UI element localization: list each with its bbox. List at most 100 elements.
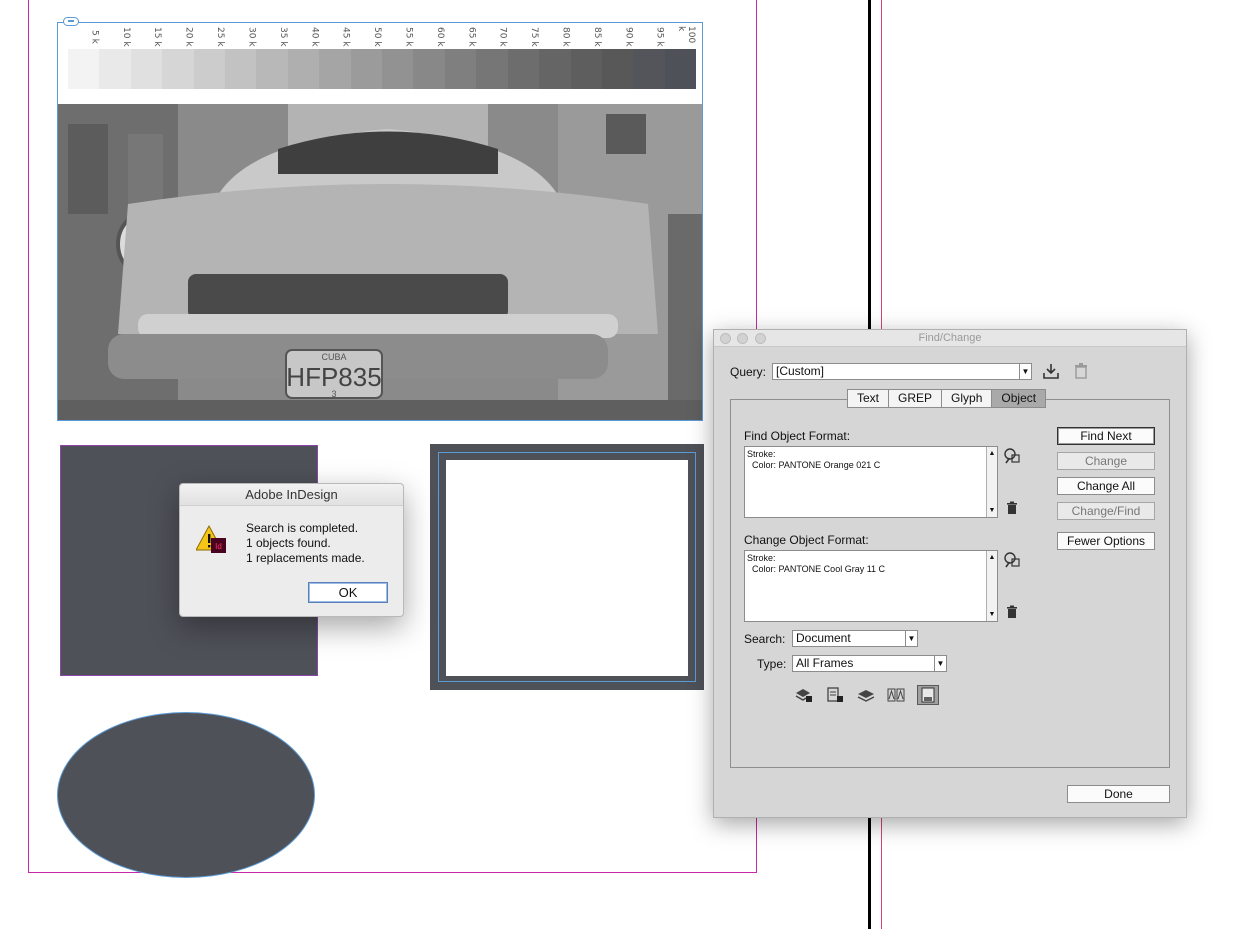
find-next-button[interactable]: Find Next (1057, 427, 1155, 445)
ramp-label: 55 k (403, 27, 414, 47)
ramp-label: 85 k (591, 27, 602, 47)
indesign-badge-text: Id (215, 542, 222, 551)
change-find-button[interactable]: Change/Find (1057, 502, 1155, 520)
gray-ramp (68, 49, 697, 89)
dialog-titlebar: Find/Change (714, 330, 1186, 347)
clear-find-format-icon[interactable] (1003, 499, 1021, 517)
stroked-rectangle-frame[interactable] (430, 444, 704, 690)
ramp-swatch (413, 49, 445, 89)
ramp-label: 80 k (560, 27, 571, 47)
done-button[interactable]: Done (1067, 785, 1170, 803)
ramp-label: 60 k (434, 27, 445, 47)
ramp-label: 45 k (340, 27, 351, 47)
ramp-swatch (193, 49, 226, 89)
ramp-swatch (570, 49, 602, 89)
ok-button[interactable]: OK (308, 582, 388, 603)
car-photo[interactable]: CUBA HFP835 3 (58, 104, 702, 420)
tab-grep[interactable]: GREP (889, 389, 943, 408)
chevron-down-icon: ▼ (934, 656, 946, 671)
plate-top-text: CUBA (321, 352, 346, 362)
ramp-label: 70 k (497, 27, 508, 47)
ramp-label: 50 k (372, 27, 383, 47)
car-photo-graphic: CUBA HFP835 3 (58, 104, 702, 420)
change-object-format-label: Change Object Format: (744, 533, 869, 547)
ramp-label: 100 k (676, 26, 697, 44)
tab-glyph[interactable]: Glyph (942, 389, 993, 408)
ramp-swatch (130, 49, 163, 89)
ramp-swatch (99, 49, 131, 89)
ramp-label: 90 k (623, 27, 634, 47)
change-format-scrollbar[interactable]: ▲ ▼ (986, 551, 997, 621)
ramp-swatch (68, 49, 100, 89)
query-select[interactable]: [Custom] ▼ (772, 363, 1032, 380)
change-all-button[interactable]: Change All (1057, 477, 1155, 495)
ramp-swatch (539, 49, 571, 89)
scroll-up-icon[interactable]: ▲ (987, 552, 997, 563)
ramp-label: 30 k (246, 27, 257, 47)
query-value: [Custom] (776, 364, 825, 378)
warning-icon: Id (195, 524, 226, 554)
change-button[interactable]: Change (1057, 452, 1155, 470)
change-object-format-field[interactable]: Stroke: Color: PANTONE Cool Gray 11 C ▲ … (744, 550, 998, 622)
change-format-line-1: Stroke: (747, 553, 776, 563)
ramp-label: 10 k (120, 27, 131, 47)
ramp-swatch (350, 49, 383, 89)
frame-link-icon[interactable] (63, 17, 79, 26)
frame-type-select[interactable]: All Frames ▼ (792, 655, 947, 672)
find-format-scrollbar[interactable]: ▲ ▼ (986, 447, 997, 517)
include-locked-layers-icon[interactable] (793, 685, 815, 705)
frame-inner (446, 460, 688, 676)
find-object-format-label: Find Object Format: (744, 429, 851, 443)
search-mode-tabs: Text GREP Glyph Object (847, 389, 1047, 408)
ramp-swatch (319, 49, 351, 89)
specify-find-format-icon[interactable] (1003, 447, 1021, 465)
search-scope-select[interactable]: Document ▼ (792, 630, 918, 647)
ramp-swatch (601, 49, 634, 89)
find-format-line-2: Color: PANTONE Orange 021 C (752, 460, 881, 470)
chevron-down-icon: ▼ (905, 631, 917, 646)
find-object-format-field[interactable]: Stroke: Color: PANTONE Orange 021 C ▲ ▼ (744, 446, 998, 518)
scroll-up-icon[interactable]: ▲ (987, 448, 997, 459)
ramp-label: 25 k (215, 27, 226, 47)
tab-text[interactable]: Text (847, 389, 890, 408)
scroll-down-icon[interactable]: ▼ (987, 609, 997, 620)
ramp-label: 20 k (183, 27, 194, 47)
fewer-options-button[interactable]: Fewer Options (1057, 532, 1155, 550)
ramp-label: 15 k (152, 27, 163, 47)
tab-object[interactable]: Object (992, 389, 1047, 408)
search-label: Search: (744, 632, 786, 646)
include-hidden-layers-icon[interactable] (855, 685, 877, 705)
plate-bottom-text: 3 (331, 389, 336, 399)
ramp-label: 35 k (277, 27, 288, 47)
ramp-swatch (287, 49, 320, 89)
include-footnotes-icon[interactable] (917, 685, 939, 705)
find-change-dialog: Find/Change Query: [Custom] ▼ Text GREP … (713, 329, 1187, 818)
dialog-title: Find/Change (918, 332, 982, 344)
save-query-icon[interactable] (1042, 362, 1060, 380)
alert-title: Adobe InDesign (180, 484, 403, 506)
ramp-label: 75 k (529, 27, 540, 47)
ramp-label: 40 k (309, 27, 320, 47)
search-scope-value: Document (796, 631, 851, 645)
scroll-down-icon[interactable]: ▼ (987, 505, 997, 516)
include-master-pages-icon[interactable] (885, 685, 907, 705)
ramp-swatch (507, 49, 540, 89)
plate-number-text: HFP835 (286, 362, 381, 392)
ramp-label: 5 k (89, 30, 100, 44)
ramp-label: 65 k (466, 27, 477, 47)
ramp-swatch (225, 49, 257, 89)
alert-message: Search is completed. 1 objects found. 1 … (246, 521, 365, 566)
frame-type-value: All Frames (796, 656, 854, 670)
alert-line-2: 1 objects found. (246, 536, 331, 550)
include-locked-items-icon[interactable] (824, 685, 846, 705)
clear-change-format-icon[interactable] (1003, 603, 1021, 621)
alert-line-1: Search is completed. (246, 521, 359, 535)
ramp-swatch (664, 49, 697, 89)
gray-ramp-labels: 5 k 10 k 15 k 20 k 25 k 30 k 35 k 40 k 45 k 50 k 5… (68, 26, 696, 48)
delete-query-icon[interactable] (1072, 362, 1090, 380)
specify-change-format-icon[interactable] (1003, 551, 1021, 569)
ramp-swatch (444, 49, 477, 89)
ellipse-frame[interactable] (57, 712, 315, 878)
ramp-swatch (162, 49, 194, 89)
find-format-line-1: Stroke: (747, 449, 776, 459)
